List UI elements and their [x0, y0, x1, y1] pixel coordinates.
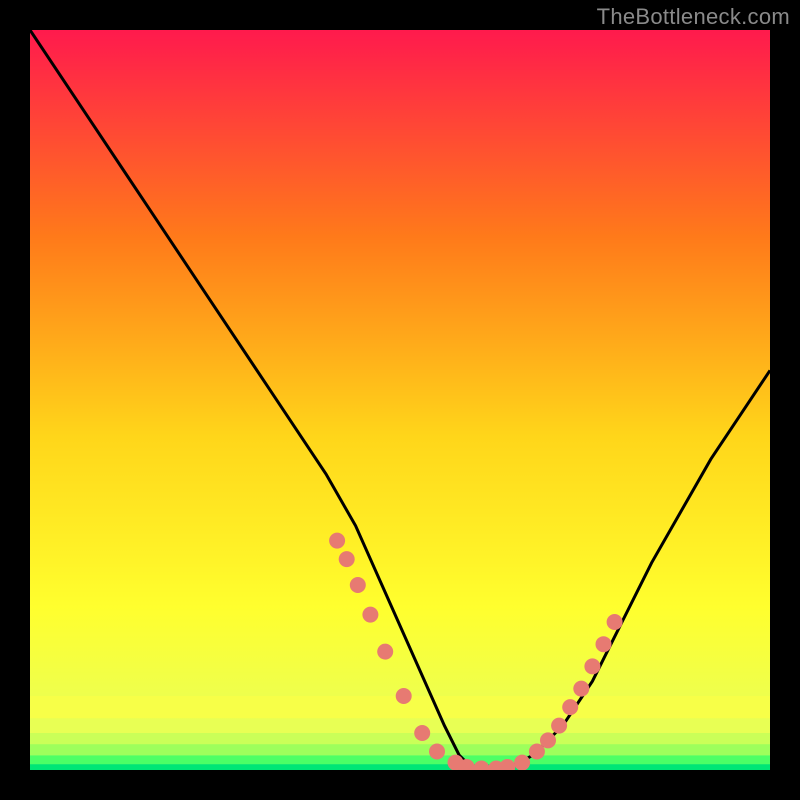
bottom-bands — [30, 696, 770, 770]
gradient-background — [30, 30, 770, 770]
highlight-dot — [396, 688, 412, 704]
highlight-dot — [607, 614, 623, 630]
highlight-dot — [429, 744, 445, 760]
highlight-dot — [329, 533, 345, 549]
highlight-dot — [584, 658, 600, 674]
highlight-dot — [377, 644, 393, 660]
highlight-dot — [414, 725, 430, 741]
band-stripe — [30, 733, 770, 744]
highlight-dot — [562, 699, 578, 715]
plot-area — [30, 30, 770, 770]
chart-svg — [30, 30, 770, 770]
highlight-dot — [514, 755, 530, 770]
highlight-dot — [573, 681, 589, 697]
chart-stage: TheBottleneck.com — [0, 0, 800, 800]
highlight-dot — [362, 607, 378, 623]
band-stripe — [30, 718, 770, 733]
highlight-dot — [551, 718, 567, 734]
watermark-label: TheBottleneck.com — [597, 4, 790, 30]
band-stripe — [30, 744, 770, 755]
highlight-dot — [339, 551, 355, 567]
band-stripe — [30, 755, 770, 764]
band-stripe — [30, 764, 770, 770]
highlight-dot — [350, 577, 366, 593]
highlight-dot — [540, 732, 556, 748]
highlight-dot — [596, 636, 612, 652]
